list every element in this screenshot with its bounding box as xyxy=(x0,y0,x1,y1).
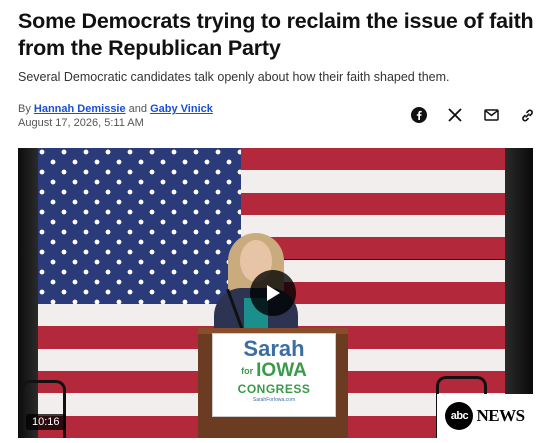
x-icon[interactable] xyxy=(446,106,464,124)
campaign-sign: Sarah for IOWA CONGRESS SarahForIowa.com xyxy=(212,333,336,417)
author-link-1[interactable]: Hannah Demissie xyxy=(34,103,126,115)
sign-office: CONGRESS xyxy=(237,382,311,396)
sign-state: IOWA xyxy=(256,360,307,381)
share-bar xyxy=(410,106,536,124)
play-icon xyxy=(267,285,280,301)
article-subheadline: Several Democratic candidates talk openl… xyxy=(18,70,450,84)
author-link-2[interactable]: Gaby Vinick xyxy=(150,103,213,115)
abc-news-logo: abc NEWS xyxy=(437,394,533,438)
play-button[interactable] xyxy=(250,270,296,316)
sign-site: SarahForIowa.com xyxy=(252,397,296,403)
publish-date: August 17, 2026, 5:11 AM xyxy=(18,117,144,129)
byline-separator: and xyxy=(128,103,148,115)
byline: By Hannah Demissie and Gaby Vinick xyxy=(18,103,213,115)
article-headline: Some Democrats trying to reclaim the iss… xyxy=(18,9,534,60)
sign-name: Sarah xyxy=(243,336,305,361)
mail-icon[interactable] xyxy=(482,106,500,124)
sign-for: for xyxy=(241,365,254,376)
link-icon[interactable] xyxy=(518,106,536,124)
byline-prefix: By xyxy=(18,103,31,115)
video-player[interactable]: Sarah for IOWA CONGRESS SarahForIowa.com… xyxy=(18,148,533,438)
facebook-icon[interactable] xyxy=(410,106,428,124)
video-duration: 10:16 xyxy=(26,414,66,430)
